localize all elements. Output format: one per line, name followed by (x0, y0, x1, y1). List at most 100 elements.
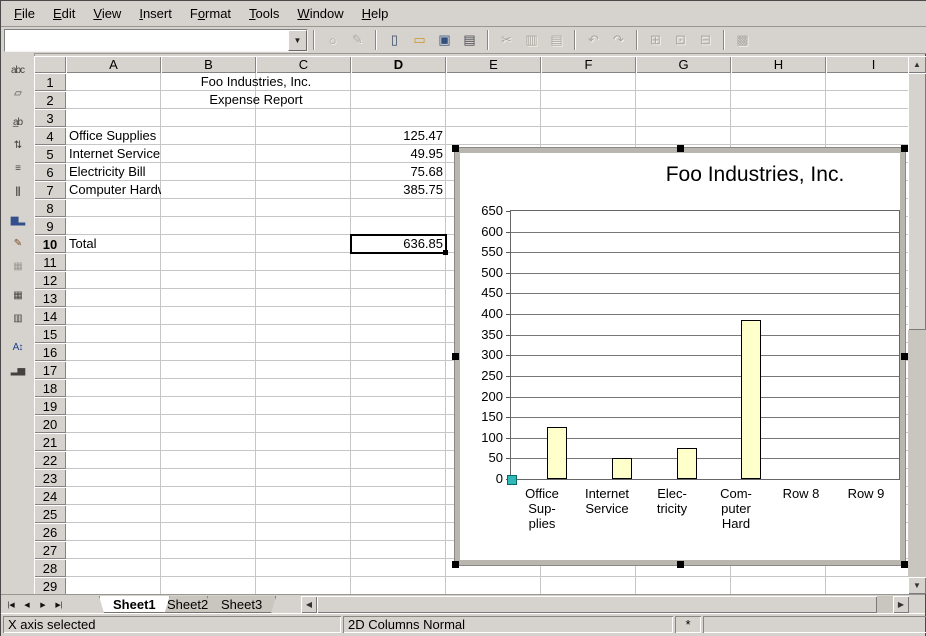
abc-spellcheck-icon[interactable]: abc (6, 60, 30, 81)
sort-icon[interactable]: ⇅ (6, 135, 30, 156)
chart-bar-1[interactable] (547, 427, 567, 479)
horizontal-scroll-thumb[interactable] (317, 596, 877, 613)
chart-bar-2[interactable] (612, 458, 632, 479)
column-header-H[interactable]: H (731, 56, 826, 73)
row-header-20[interactable]: 20 (34, 415, 66, 433)
row-header-15[interactable]: 15 (34, 325, 66, 343)
column-header-F[interactable]: F (541, 56, 636, 73)
combo-dropdown-button[interactable]: ▼ (288, 30, 307, 51)
row-header-24[interactable]: 24 (34, 487, 66, 505)
cell-D7[interactable]: 385.75 (351, 181, 446, 199)
cell-B1[interactable]: Foo Industries, Inc. (161, 73, 351, 91)
row-header-19[interactable]: 19 (34, 397, 66, 415)
chart-bar-4[interactable] (741, 320, 761, 479)
new-document-icon[interactable]: ▯ (383, 29, 406, 51)
stop-icon[interactable]: ○ (321, 29, 344, 51)
save-icon[interactable]: ▣ (433, 29, 456, 51)
chart-selection-handle[interactable] (901, 353, 908, 360)
last-sheet-button[interactable]: ▶| (51, 597, 67, 612)
horizontal-scrollbar[interactable]: ◀ ▶ (301, 596, 909, 613)
row-header-29[interactable]: 29 (34, 577, 66, 594)
chart-title[interactable]: Foo Industries, Inc. (666, 163, 845, 187)
rows-icon[interactable]: ≡ (6, 158, 30, 179)
columns-icon[interactable]: ||| (6, 181, 30, 202)
row-header-1[interactable]: 1 (34, 73, 66, 91)
sheet-tab-sheet1[interactable]: Sheet1 (99, 596, 170, 613)
chart-selection-handle[interactable] (452, 353, 459, 360)
fill-handle[interactable] (443, 250, 448, 255)
row-header-22[interactable]: 22 (34, 451, 66, 469)
row-header-10[interactable]: 10 (34, 235, 66, 253)
menu-window[interactable]: Window (288, 3, 352, 24)
prev-sheet-button[interactable]: ◀ (19, 597, 35, 612)
sheet-tab-sheet3[interactable]: Sheet3 (207, 596, 276, 613)
autoformat-icon[interactable]: ▦ (6, 256, 30, 277)
draw-functions-icon[interactable]: ✎ (6, 233, 30, 254)
menu-file[interactable]: File (5, 3, 44, 24)
row-header-9[interactable]: 9 (34, 217, 66, 235)
next-sheet-button[interactable]: ▶ (35, 597, 51, 612)
menu-tools[interactable]: Tools (240, 3, 288, 24)
row-header-7[interactable]: 7 (34, 181, 66, 199)
chart-selection-handle[interactable] (901, 145, 908, 152)
scroll-down-button[interactable]: ▼ (908, 577, 926, 594)
menu-help[interactable]: Help (353, 3, 398, 24)
menu-insert[interactable]: Insert (130, 3, 181, 24)
cut-icon[interactable]: ✂ (495, 29, 518, 51)
menu-format[interactable]: Format (181, 3, 240, 24)
row-header-5[interactable]: 5 (34, 145, 66, 163)
cell-A6[interactable]: Electricity Bill (66, 163, 161, 181)
first-sheet-button[interactable]: |◀ (3, 597, 19, 612)
hyperlink-icon[interactable]: ⊟ (694, 29, 717, 51)
chart-selection-handle[interactable] (677, 561, 684, 568)
print-icon[interactable]: ▤ (458, 29, 481, 51)
row-header-17[interactable]: 17 (34, 361, 66, 379)
insert-fields-icon[interactable]: a̲b (6, 112, 30, 133)
column-header-C[interactable]: C (256, 56, 351, 73)
row-header-18[interactable]: 18 (34, 379, 66, 397)
chart-bar-3[interactable] (677, 448, 697, 479)
row-header-28[interactable]: 28 (34, 559, 66, 577)
cell-A7[interactable]: Computer Hardware (66, 181, 161, 199)
chart-plot-area[interactable]: 050100150200250300350400450500550600650 (510, 210, 900, 480)
paste-icon[interactable]: ▤ (545, 29, 568, 51)
gallery-icon[interactable]: ▩ (731, 29, 754, 51)
chart-selection-handle[interactable] (677, 145, 684, 152)
column-header-I[interactable]: I (826, 56, 908, 73)
undo-icon[interactable]: ↶ (582, 29, 605, 51)
menu-view[interactable]: View (84, 3, 130, 24)
cell-A5[interactable]: Internet Service (66, 145, 161, 163)
row-header-26[interactable]: 26 (34, 523, 66, 541)
row-header-16[interactable]: 16 (34, 343, 66, 361)
column-header-B[interactable]: B (161, 56, 256, 73)
row-header-6[interactable]: 6 (34, 163, 66, 181)
insert-table-icon[interactable]: ▦ (6, 285, 30, 306)
row-header-21[interactable]: 21 (34, 433, 66, 451)
row-header-8[interactable]: 8 (34, 199, 66, 217)
mini-chart-icon[interactable]: ▂▅ (6, 360, 30, 381)
row-header-3[interactable]: 3 (34, 109, 66, 127)
column-header-A[interactable]: A (66, 56, 161, 73)
font-size-icon[interactable]: A↕ (6, 337, 30, 358)
cell-D6[interactable]: 75.68 (351, 163, 446, 181)
url-name-input[interactable] (5, 30, 288, 51)
chart-selection-handle[interactable] (901, 561, 908, 568)
chart-selection-handle[interactable] (452, 145, 459, 152)
cell-B2[interactable]: Expense Report (161, 91, 351, 109)
insert-object-icon[interactable]: ▱ (6, 83, 30, 104)
column-header-G[interactable]: G (636, 56, 731, 73)
column-header-E[interactable]: E (446, 56, 541, 73)
styles-icon[interactable]: ⊡ (669, 29, 692, 51)
copy-icon[interactable]: ▥ (520, 29, 543, 51)
row-header-2[interactable]: 2 (34, 91, 66, 109)
scroll-left-button[interactable]: ◀ (301, 596, 317, 613)
cell-D5[interactable]: 49.95 (351, 145, 446, 163)
column-header-D[interactable]: D (351, 56, 446, 73)
chart-selection-handle[interactable] (452, 561, 459, 568)
vertical-scroll-thumb[interactable] (908, 73, 926, 330)
redo-icon[interactable]: ↷ (607, 29, 630, 51)
row-header-14[interactable]: 14 (34, 307, 66, 325)
row-header-4[interactable]: 4 (34, 127, 66, 145)
x-axis-selection-handle[interactable] (507, 475, 517, 485)
cell-A10[interactable]: Total (66, 235, 161, 253)
